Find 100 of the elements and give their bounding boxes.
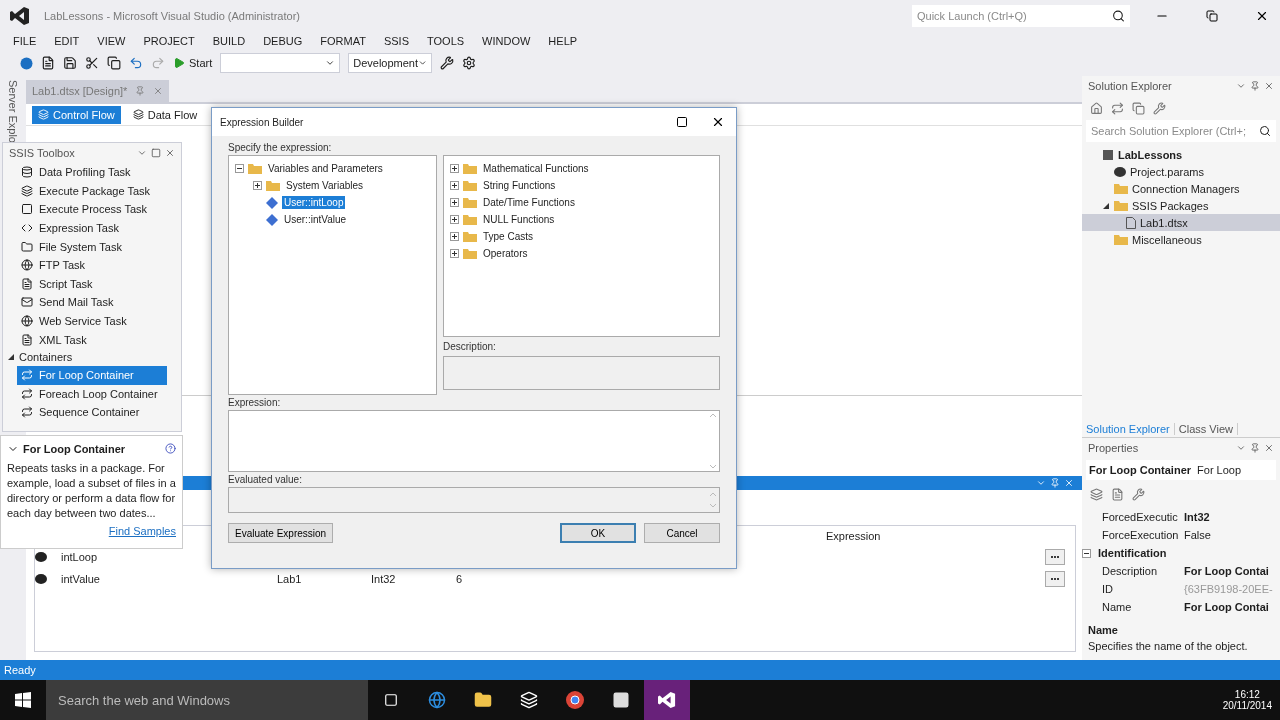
- visual-studio-icon: [658, 691, 676, 709]
- dropdown-icon: [1236, 81, 1246, 91]
- field-label: Description:: [443, 341, 497, 352]
- tree-node[interactable]: Lab1.dtsx: [1082, 214, 1280, 231]
- taskbar-search-field[interactable]: Search the web and Windows: [46, 680, 368, 720]
- toolbox-item[interactable]: File System Task: [17, 237, 167, 256]
- menu-item[interactable]: FILE: [4, 35, 46, 47]
- toolbox-item[interactable]: Expression Task: [17, 218, 167, 238]
- help-title: Name: [1088, 624, 1119, 636]
- tree-node[interactable]: LabLessons: [1082, 146, 1280, 163]
- table-cell-text: Lab1: [277, 573, 303, 585]
- categorized-icon: [1090, 487, 1103, 501]
- visual-studio-button[interactable]: [644, 680, 690, 720]
- find-samples-link[interactable]: Find Samples: [108, 525, 176, 537]
- tree-node[interactable]: NULL Functions: [481, 213, 557, 226]
- expand-icon[interactable]: [450, 249, 459, 258]
- collapse-icon[interactable]: [1082, 548, 1091, 558]
- object-selector[interactable]: For Loop Container For Loop: [1086, 460, 1276, 480]
- property-value[interactable]: Int32: [1184, 511, 1280, 523]
- configuration-dropdown[interactable]: Development: [348, 53, 433, 73]
- settings-button[interactable]: [462, 56, 477, 70]
- tree-node[interactable]: Type Casts: [481, 230, 536, 243]
- tree-node[interactable]: Project.params: [1082, 163, 1280, 180]
- toolbox-item[interactable]: Foreach Loop Container: [17, 384, 167, 404]
- menu-item[interactable]: EDIT: [45, 35, 89, 47]
- property-value[interactable]: For Loop Contai: [1184, 565, 1280, 577]
- tree-node[interactable]: System Variables: [284, 179, 366, 192]
- toolbox-item[interactable]: Sequence Container: [17, 403, 167, 422]
- designer-tab[interactable]: Data Flow: [126, 105, 204, 124]
- save-button[interactable]: [63, 56, 77, 70]
- table-cell-text: 6: [456, 573, 464, 585]
- toolbox-item[interactable]: FTP Task: [17, 255, 167, 275]
- column-header: Expression: [826, 530, 882, 542]
- menu-item[interactable]: TOOLS: [418, 35, 474, 47]
- dialog-button[interactable]: OK: [560, 523, 636, 543]
- menu-item[interactable]: WINDOW: [473, 35, 540, 47]
- back-button[interactable]: [20, 56, 33, 70]
- toolbox-item[interactable]: XML Task: [17, 330, 167, 349]
- tree-node[interactable]: Connection Managers: [1082, 180, 1280, 197]
- search-icon: [1112, 9, 1125, 23]
- menu-item[interactable]: SSIS: [374, 35, 418, 47]
- expression-button[interactable]: [1045, 571, 1065, 587]
- search-field[interactable]: Search Solution Explorer (Ctrl+;: [1086, 120, 1276, 142]
- tree-node[interactable]: SSIS Packages: [1082, 197, 1280, 214]
- toolbox-item[interactable]: Execute Package Task: [17, 181, 167, 201]
- dialog-button[interactable]: Cancel: [644, 523, 720, 543]
- toolbox-item[interactable]: Send Mail Task: [17, 293, 167, 312]
- properties-button[interactable]: [440, 56, 455, 70]
- undo-button[interactable]: [129, 56, 143, 70]
- toolbox-item[interactable]: For Loop Container: [17, 365, 167, 385]
- dialog-button[interactable]: Evaluate Expression: [228, 523, 334, 543]
- tree-node[interactable]: User::intValue: [282, 213, 349, 226]
- cut-button[interactable]: [85, 56, 99, 70]
- property-name: ForcedExecutic: [1101, 511, 1179, 523]
- expand-icon[interactable]: [450, 164, 459, 173]
- expand-icon[interactable]: [450, 232, 459, 241]
- menu-item[interactable]: PROJECT: [134, 35, 204, 47]
- panel-tab[interactable]: Solution Explorer: [1082, 422, 1175, 435]
- toolbox-item[interactable]: Execute Process Task: [17, 200, 167, 219]
- quick-launch-field[interactable]: Quick Launch (Ctrl+Q): [912, 5, 1130, 27]
- expression-field[interactable]: [228, 410, 720, 472]
- panel-title: Properties: [1088, 442, 1140, 454]
- menu-item[interactable]: DEBUG: [254, 35, 312, 47]
- field-label: Specify the expression:: [228, 142, 333, 153]
- menu-item[interactable]: FORMAT: [311, 35, 375, 47]
- expand-icon[interactable]: [450, 215, 459, 224]
- panel-tab[interactable]: Class View: [1174, 422, 1238, 435]
- start-button[interactable]: Start: [173, 57, 213, 69]
- variable-icon: [266, 213, 278, 226]
- tree-node[interactable]: Operators: [481, 247, 530, 260]
- menu-item[interactable]: HELP: [539, 35, 587, 47]
- dropdown-icon: [418, 58, 428, 68]
- tree-node[interactable]: Miscellaneous: [1082, 231, 1280, 248]
- toolbox-item[interactable]: Web Service Task: [17, 311, 167, 331]
- expression-button[interactable]: [1045, 549, 1065, 565]
- clock[interactable]: 16:12 20/11/2014: [1214, 689, 1280, 711]
- tree-node[interactable]: String Functions: [481, 179, 558, 192]
- menu-item[interactable]: VIEW: [88, 35, 135, 47]
- expand-icon[interactable]: [450, 181, 459, 190]
- tree-node[interactable]: Mathematical Functions: [481, 162, 591, 175]
- expand-icon[interactable]: [253, 181, 262, 190]
- tree-node[interactable]: Date/Time Functions: [481, 196, 577, 209]
- toolbox-item[interactable]: Data Profiling Task: [17, 163, 167, 182]
- toolbox-item[interactable]: Script Task: [17, 274, 167, 294]
- property-value[interactable]: For Loop Contai: [1184, 601, 1280, 613]
- collapse-arrow-icon[interactable]: [1102, 201, 1110, 210]
- collapse-icon[interactable]: [235, 164, 244, 173]
- menu-item[interactable]: BUILD: [203, 35, 255, 47]
- designer-tab[interactable]: Control Flow: [32, 105, 121, 124]
- pin-icon: [1250, 81, 1260, 91]
- toolbox-group[interactable]: Containers: [19, 351, 73, 364]
- tree-node[interactable]: User::intLoop: [282, 196, 346, 209]
- expand-icon[interactable]: [450, 198, 459, 207]
- server-explorer-tab[interactable]: Server Explo: [7, 80, 19, 143]
- property-value[interactable]: False: [1184, 529, 1280, 541]
- task-icon: [21, 259, 33, 272]
- new-item-button[interactable]: [41, 56, 55, 70]
- copy-button[interactable]: [107, 56, 121, 70]
- collapse-arrow-icon[interactable]: [7, 353, 15, 362]
- tree-node[interactable]: Variables and Parameters: [266, 162, 385, 175]
